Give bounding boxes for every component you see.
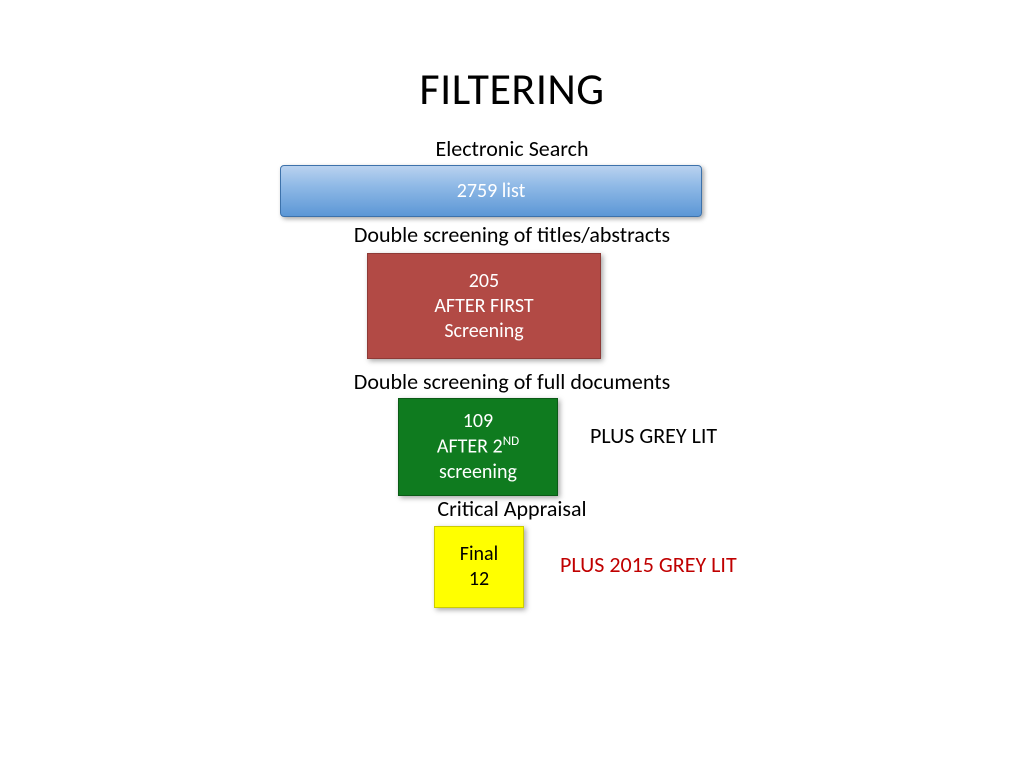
step3-line2: AFTER 2ND <box>437 434 519 460</box>
step1-box-text: 2759 list <box>457 179 526 204</box>
step1-label: Electronic Search <box>0 135 1024 162</box>
step4-side-note: PLUS 2015 GREY LIT <box>560 551 737 578</box>
step2-line2: AFTER FIRST <box>434 294 533 319</box>
step3-line3: screening <box>439 460 517 485</box>
step3-side-note: PLUS GREY LIT <box>590 422 717 449</box>
step4-label: Critical Appraisal <box>0 495 1024 522</box>
step2-label: Double screening of titles/abstracts <box>0 221 1024 248</box>
step3-box: 109 AFTER 2ND screening <box>398 398 558 496</box>
step4-box: Final 12 <box>434 526 524 608</box>
slide-title: FILTERING <box>0 62 1024 116</box>
step4-count: 12 <box>469 567 489 592</box>
step2-box: 205 AFTER FIRST Screening <box>367 253 601 359</box>
step4-line1: Final <box>460 542 498 567</box>
step1-box: 2759 list <box>280 165 702 217</box>
step3-label: Double screening of full documents <box>0 368 1024 395</box>
filtering-slide: FILTERING Electronic Search 2759 list Do… <box>0 0 1024 768</box>
step2-line3: Screening <box>444 319 523 344</box>
step3-count: 109 <box>463 409 493 434</box>
step2-count: 205 <box>469 269 499 294</box>
